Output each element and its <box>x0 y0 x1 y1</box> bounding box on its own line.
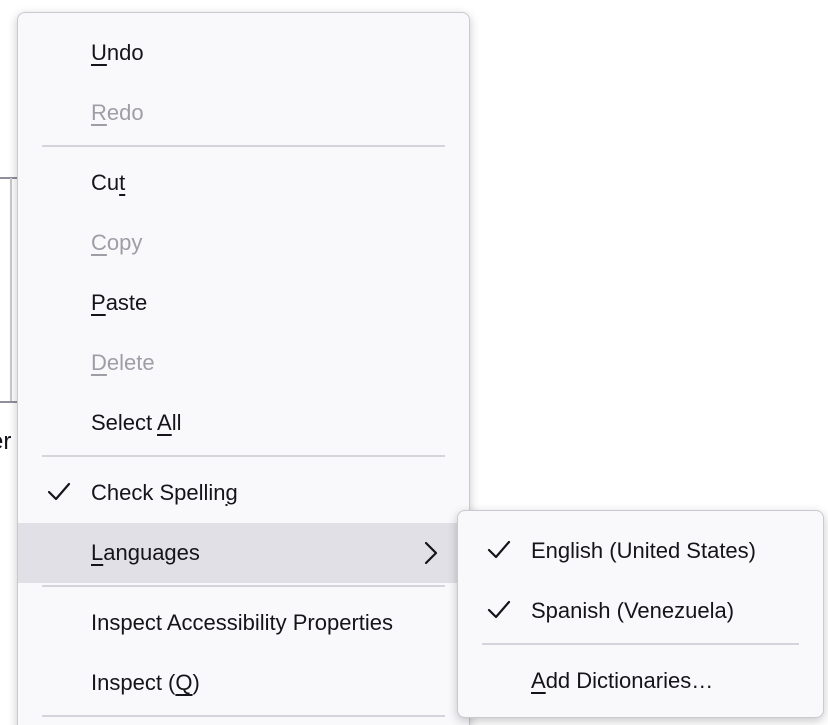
background-input-border-bottom <box>0 401 18 403</box>
background-text-fragment: er <box>0 428 12 455</box>
submenu-item-english-us[interactable]: English (United States) <box>458 521 823 581</box>
menu-item-select-all[interactable]: Select All <box>18 393 469 453</box>
menu-separator <box>42 145 445 147</box>
menu-item-paste[interactable]: Paste <box>18 273 469 333</box>
menu-item-delete: Delete <box>18 333 469 393</box>
menu-item-label: Check Spelling <box>91 480 238 505</box>
menu-separator <box>42 455 445 457</box>
menu-item-inspect-accessibility[interactable]: Inspect Accessibility Properties <box>18 593 469 653</box>
checkmark-icon <box>47 482 71 501</box>
menu-item-label: Redo <box>91 100 144 125</box>
menu-item-check-spelling[interactable]: Check Spelling <box>18 463 469 523</box>
menu-item-label: Inspect (Q) <box>91 670 200 695</box>
submenu-item-spanish-ve[interactable]: Spanish (Venezuela) <box>458 581 823 641</box>
submenu-item-label: Add Dictionaries… <box>531 668 714 693</box>
menu-item-label: Inspect Accessibility Properties <box>91 610 394 635</box>
menu-item-label: Copy <box>91 230 143 255</box>
menu-item-copy: Copy <box>18 213 469 273</box>
background-input-border <box>0 177 18 179</box>
menu-item-label: Languages <box>91 540 200 565</box>
submenu-item-add-dictionaries[interactable]: Add Dictionaries… <box>458 651 823 711</box>
menu-item-label: Select All <box>91 410 182 435</box>
menu-separator <box>482 643 799 645</box>
screen: er Undo Redo Cut Copy Paste Delete Selec… <box>0 0 828 725</box>
menu-item-languages[interactable]: Languages <box>18 523 469 583</box>
menu-item-cut[interactable]: Cut <box>18 153 469 213</box>
menu-item-label: Delete <box>91 350 155 375</box>
background-input-edge <box>10 178 12 402</box>
menu-item-undo[interactable]: Undo <box>18 23 469 83</box>
chevron-right-icon <box>424 541 438 565</box>
context-menu: Undo Redo Cut Copy Paste Delete Select A… <box>17 12 470 725</box>
submenu-item-label: Spanish (Venezuela) <box>531 598 735 623</box>
submenu-item-label: English (United States) <box>531 538 756 563</box>
languages-submenu: English (United States) Spanish (Venezue… <box>457 510 824 718</box>
menu-item-label: Paste <box>91 290 148 315</box>
menu-separator <box>42 715 445 717</box>
menu-separator <box>42 585 445 587</box>
checkmark-icon <box>487 540 511 559</box>
menu-item-redo: Redo <box>18 83 469 143</box>
checkmark-icon <box>487 600 511 619</box>
menu-item-label: Cut <box>91 170 126 195</box>
menu-item-inspect[interactable]: Inspect (Q) <box>18 653 469 713</box>
menu-item-label: Undo <box>91 40 144 65</box>
